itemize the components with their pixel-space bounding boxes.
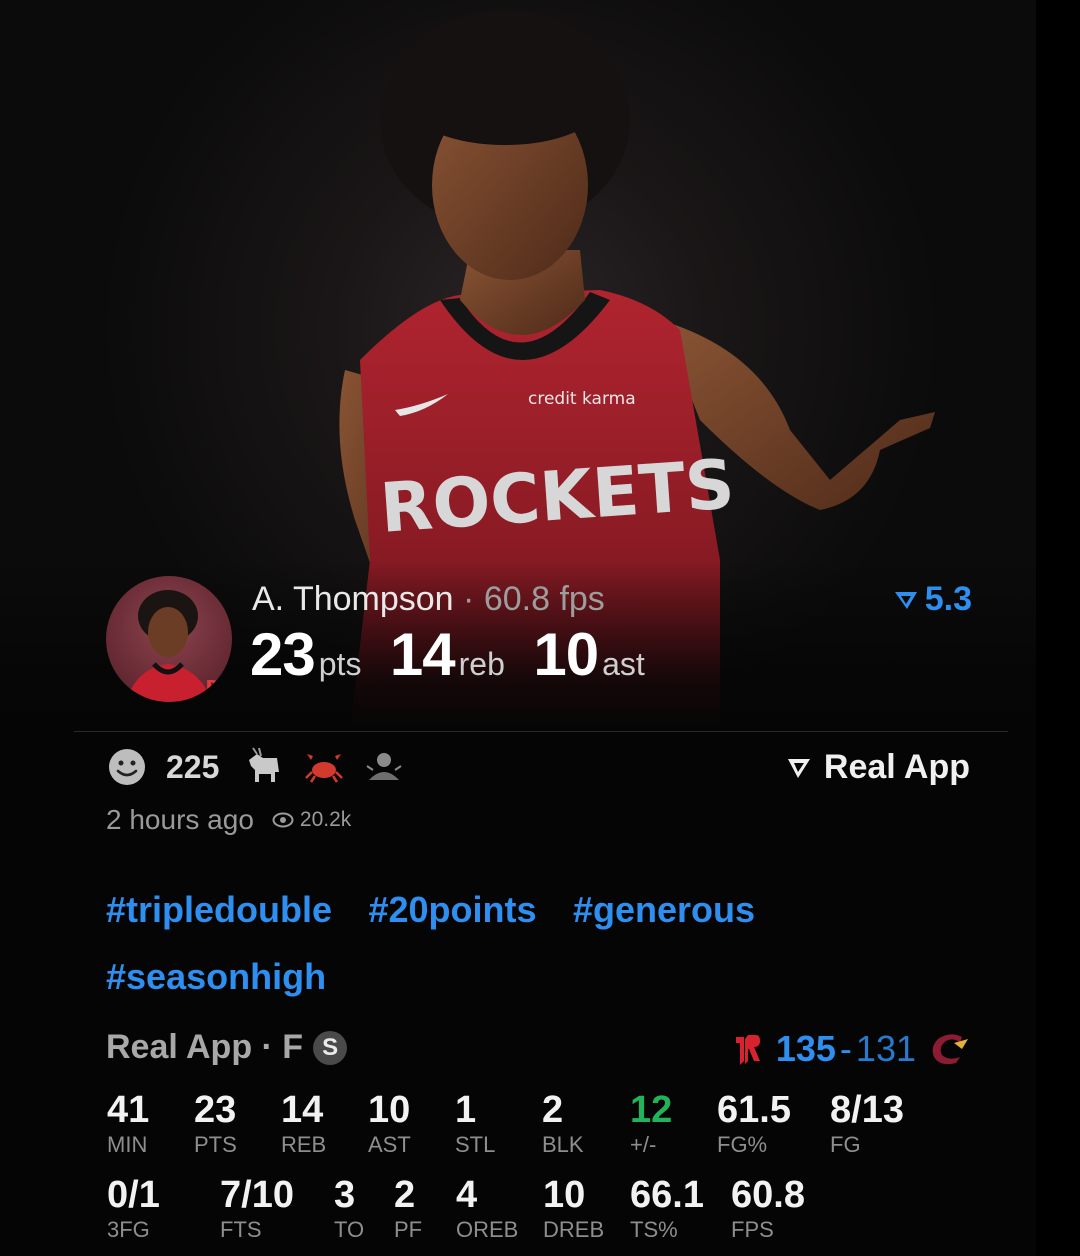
- stat-plus-minus: 12 +/-: [630, 1089, 673, 1157]
- stat-fts: 7/10 FTS: [220, 1174, 294, 1242]
- assists-value: 10: [533, 621, 599, 688]
- points-unit: pts: [318, 646, 362, 682]
- rating-value: 5.3: [924, 580, 972, 618]
- rating-badge[interactable]: 5.3: [893, 580, 972, 619]
- stat-reb: 14 REB: [281, 1089, 327, 1157]
- player-avatar[interactable]: ʀ: [106, 576, 232, 702]
- cavaliers-logo-icon: [932, 1034, 968, 1065]
- source-link[interactable]: Real App: [786, 748, 970, 787]
- divider: [74, 731, 1008, 732]
- stat-ts-pct: 66.1 TS%: [630, 1174, 704, 1242]
- stat-oreb: 4 OREB: [456, 1174, 519, 1242]
- view-count: 20.2k: [272, 808, 351, 832]
- starter-badge: S: [313, 1030, 348, 1065]
- post-meta: 2 hours ago 20.2k: [106, 804, 351, 836]
- stat-dreb: 10 DREB: [543, 1174, 605, 1242]
- stat-to: 3 TO: [334, 1174, 365, 1242]
- headline-stat-line: 23 pts 14 reb 10 ast: [250, 620, 669, 690]
- reaction-count[interactable]: 225: [166, 749, 219, 786]
- box-score-title: Real App · F: [106, 1028, 304, 1066]
- eye-icon: [272, 812, 294, 828]
- real-logo-icon: [787, 758, 810, 778]
- screen-edge: [1036, 0, 1080, 1256]
- stat-pf: 2 PF: [394, 1174, 423, 1242]
- hashtag[interactable]: #seasonhigh: [106, 947, 326, 1006]
- hashtag[interactable]: #tripledouble: [106, 880, 332, 939]
- hashtag-list: #tripledouble #20points #generous #seaso…: [106, 880, 966, 1014]
- hashtag[interactable]: #generous: [573, 880, 755, 939]
- fantasy-points: 60.8 fps: [483, 580, 605, 618]
- player-name[interactable]: A. Thompson: [252, 580, 454, 618]
- game-score[interactable]: 135-131: [730, 1028, 970, 1070]
- smiley-icon[interactable]: [106, 746, 148, 788]
- stat-ast: 10 AST: [368, 1089, 411, 1157]
- player-name-line: A. Thompson · 60.8 fps: [252, 580, 605, 618]
- box-score-header: Real App · F S: [106, 1028, 348, 1067]
- away-score: 131: [855, 1028, 916, 1069]
- crab-icon[interactable]: [303, 746, 345, 788]
- jersey-sponsor: credit karma: [528, 389, 636, 409]
- rebounds-value: 14: [389, 621, 456, 688]
- rebounds-unit: reb: [458, 646, 505, 682]
- view-count-value: 20.2k: [299, 808, 352, 831]
- stat-min: 41 MIN: [107, 1089, 150, 1157]
- reactions-bar: 225: [106, 746, 413, 788]
- post-time: 2 hours ago: [106, 804, 254, 835]
- score-separator: -: [839, 1028, 852, 1069]
- source-label: Real App: [823, 748, 970, 786]
- home-score: 135: [775, 1028, 836, 1069]
- cook-icon[interactable]: [363, 746, 405, 788]
- hashtag[interactable]: #20points: [368, 880, 536, 939]
- stat-fg-pct: 61.5 FG%: [717, 1089, 791, 1157]
- rockets-logo-icon: [735, 1035, 760, 1065]
- goat-icon[interactable]: [243, 746, 285, 788]
- stat-fps: 60.8 FPS: [731, 1174, 805, 1242]
- stat-stl: 1 STL: [455, 1089, 496, 1157]
- real-logo-icon: [894, 591, 917, 609]
- assists-unit: ast: [602, 646, 645, 682]
- stat-blk: 2 BLK: [542, 1089, 584, 1157]
- points-value: 23: [250, 621, 316, 688]
- stat-pts: 23 PTS: [194, 1089, 237, 1157]
- stat-3fg: 0/1 3FG: [107, 1174, 160, 1242]
- stat-fg: 8/13 FG: [830, 1089, 904, 1157]
